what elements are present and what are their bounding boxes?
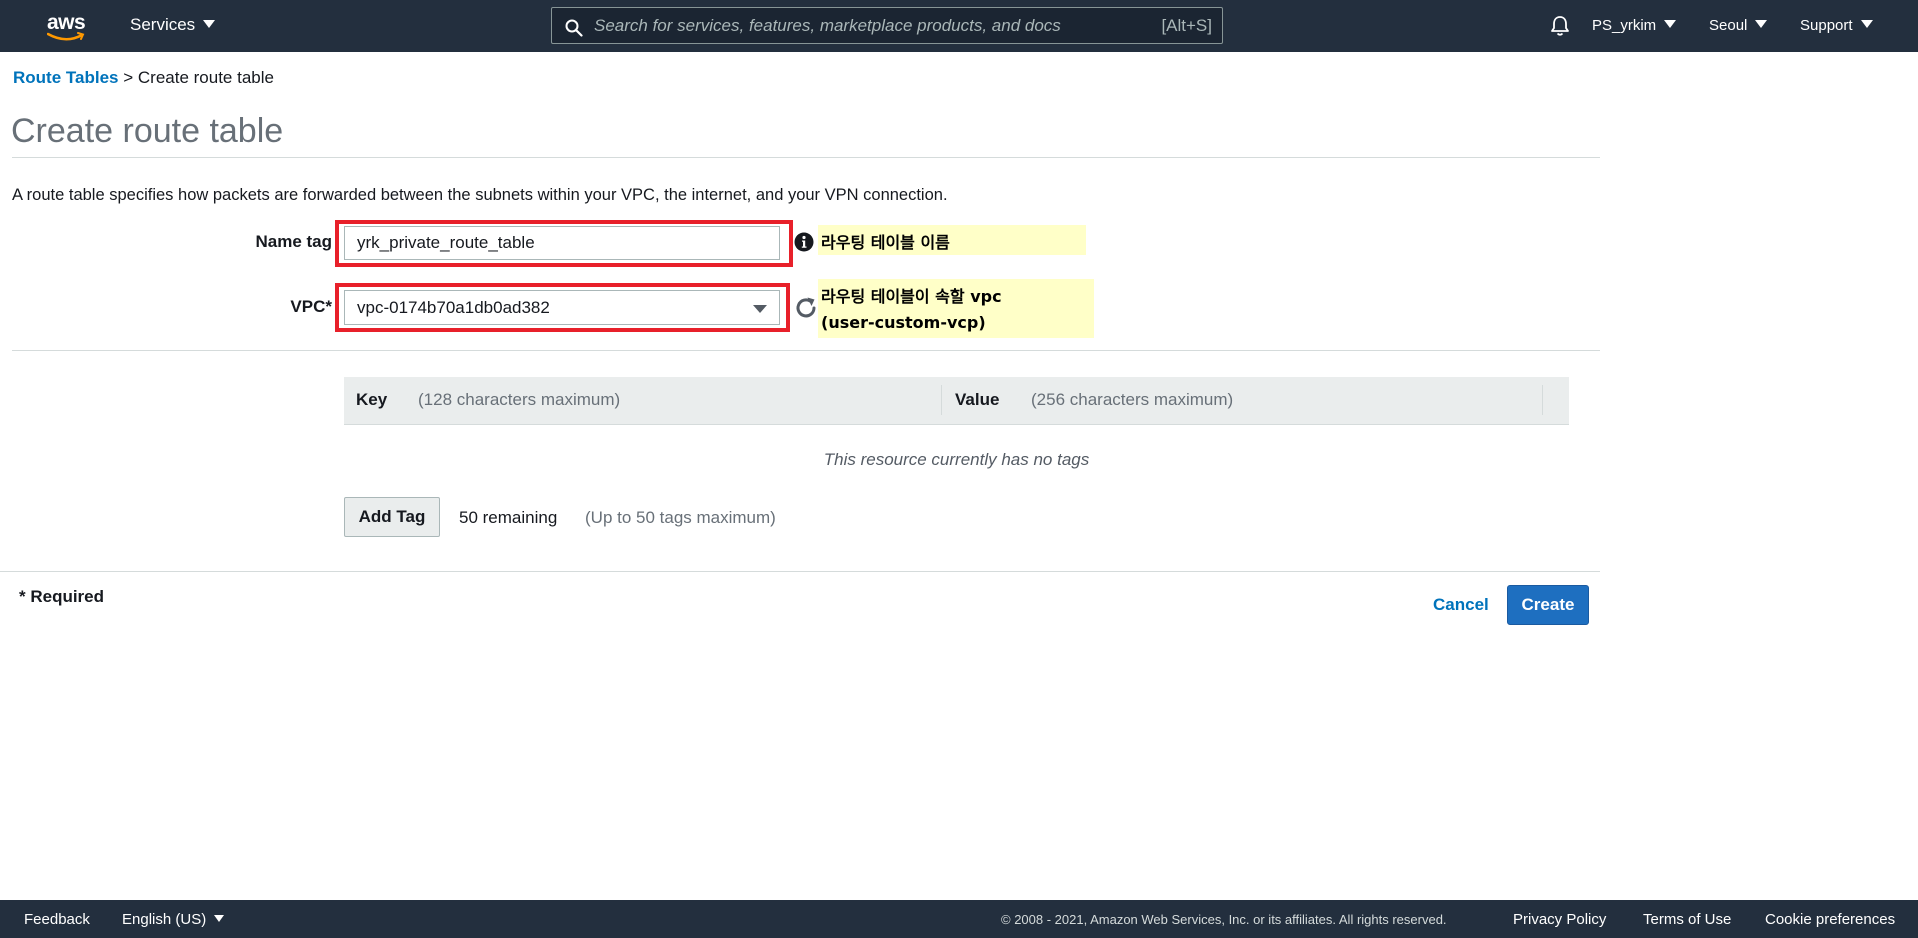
tags-remaining-count: 50 remaining <box>459 508 558 527</box>
title-divider <box>12 157 1600 158</box>
caret-down-icon <box>1860 20 1873 28</box>
no-tags-message: This resource currently has no tags <box>823 450 1090 469</box>
vpc-select[interactable]: vpc-0174b70a1db0ad382 <box>344 290 780 325</box>
cookie-preferences-link[interactable]: Cookie preferences <box>1765 911 1895 928</box>
vpc-select-value: vpc-0174b70a1db0ad382 <box>357 298 550 317</box>
top-navigation-bar: aws Services [Alt+S] PS_yrkim Seoul Supp… <box>0 0 1918 52</box>
search-input[interactable] <box>594 8 1094 43</box>
tags-value-header: Value <box>955 390 1000 409</box>
aws-smile-icon <box>47 32 85 41</box>
cancel-button[interactable]: Cancel <box>1433 595 1489 615</box>
name-tag-label: Name tag <box>255 232 332 251</box>
tags-limit-note: (Up to 50 tags maximum) <box>585 508 776 527</box>
language-selector[interactable]: English (US) <box>122 911 225 928</box>
services-label: Services <box>130 15 196 34</box>
required-note: * Required <box>19 587 105 606</box>
actions-divider <box>0 571 1600 572</box>
privacy-policy-link[interactable]: Privacy Policy <box>1513 911 1606 928</box>
region-name: Seoul <box>1709 17 1748 34</box>
caret-down-icon <box>214 915 225 922</box>
vpc-annotation-line1: 라우팅 테이블이 속할 vpc <box>821 287 1002 306</box>
info-icon[interactable] <box>794 232 814 257</box>
chevron-down-icon <box>753 305 767 313</box>
tags-value-hint: (256 characters maximum) <box>1031 390 1234 409</box>
vpc-annotation-line2: (user-custom-vcp) <box>821 313 986 332</box>
region-menu[interactable]: Seoul <box>1709 17 1768 34</box>
copyright-text: © 2008 - 2021, Amazon Web Services, Inc.… <box>1001 912 1447 927</box>
services-menu[interactable]: Services <box>130 15 216 35</box>
bell-icon[interactable] <box>1550 15 1570 42</box>
support-menu[interactable]: Support <box>1800 17 1873 34</box>
caret-down-icon <box>1664 20 1677 28</box>
feedback-link[interactable]: Feedback <box>24 911 90 928</box>
search-shortcut-hint: [Alt+S] <box>1161 16 1212 35</box>
breadcrumb-separator: > <box>123 68 134 87</box>
column-separator <box>1542 385 1543 415</box>
breadcrumb-current: Create route table <box>137 68 274 87</box>
name-tag-input[interactable] <box>344 226 780 260</box>
form-divider <box>12 350 1600 351</box>
support-label: Support <box>1800 17 1853 34</box>
vpc-label: VPC* <box>290 297 332 316</box>
breadcrumb: Route Tables > Create route table <box>13 68 274 88</box>
page-title: Create route table <box>11 112 284 150</box>
tags-key-hint: (128 characters maximum) <box>418 390 621 409</box>
tags-key-header: Key <box>356 390 388 409</box>
account-menu[interactable]: PS_yrkim <box>1592 17 1677 34</box>
tags-table-header: Key (128 characters maximum) Value (256 … <box>344 377 1569 425</box>
language-label: English (US) <box>122 911 207 928</box>
caret-down-icon <box>203 20 216 28</box>
add-tag-button[interactable]: Add Tag <box>344 497 440 537</box>
terms-of-use-link[interactable]: Terms of Use <box>1643 911 1731 928</box>
caret-down-icon <box>1755 20 1768 28</box>
footer-bar: Feedback English (US) © 2008 - 2021, Ama… <box>0 900 1918 938</box>
aws-logo[interactable]: aws <box>44 10 90 42</box>
search-box[interactable]: [Alt+S] <box>551 7 1223 44</box>
page-description: A route table specifies how packets are … <box>12 186 948 204</box>
breadcrumb-route-tables-link[interactable]: Route Tables <box>13 68 118 87</box>
vpc-annotation: 라우팅 테이블이 속할 vpc (user-custom-vcp) <box>818 279 1094 338</box>
column-separator <box>941 385 942 415</box>
create-button[interactable]: Create <box>1507 585 1589 625</box>
account-name: PS_yrkim <box>1592 17 1657 34</box>
search-icon <box>565 19 583 37</box>
name-tag-annotation: 라우팅 테이블 이름 <box>818 225 1086 255</box>
refresh-icon[interactable] <box>793 295 819 326</box>
